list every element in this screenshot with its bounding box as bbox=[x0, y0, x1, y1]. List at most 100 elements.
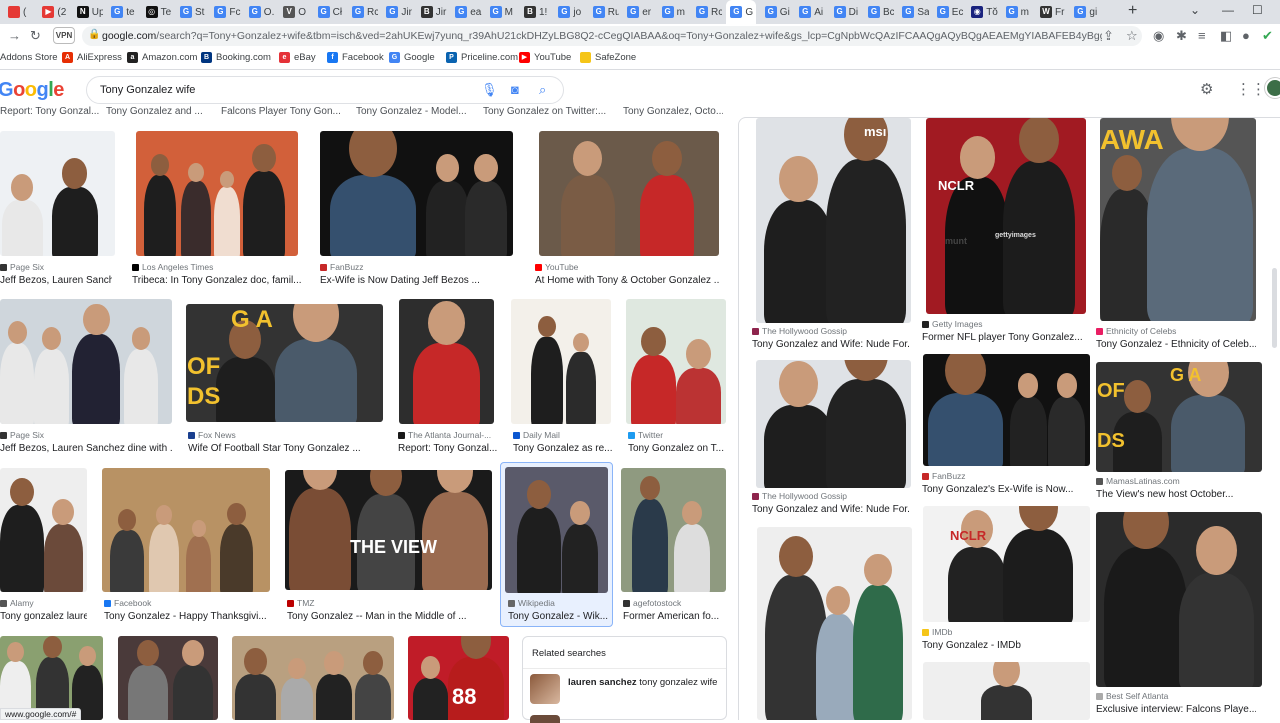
related-search-thumbnail[interactable] bbox=[530, 715, 560, 723]
result-image[interactable] bbox=[621, 468, 726, 592]
apps-grid-icon[interactable]: ⋮⋮ bbox=[1236, 80, 1266, 98]
side-panel-icon[interactable]: ◧ bbox=[1220, 28, 1232, 44]
result-title[interactable]: Exclusive interview: Falcons Playe... bbox=[1096, 704, 1256, 715]
result-title[interactable]: Tony Gonzalez - IMDb bbox=[922, 640, 1082, 651]
related-search-link[interactable]: lauren sanchez tony gonzalez wife bbox=[568, 677, 718, 689]
media-icon[interactable]: ≡ bbox=[1198, 28, 1206, 43]
browser-tab[interactable]: G Ai bbox=[795, 2, 825, 22]
camera-lens-icon[interactable]: ◙ bbox=[511, 82, 519, 97]
browser-tab[interactable]: ▶ (2 bbox=[38, 2, 68, 22]
browser-tab[interactable]: Ger bbox=[623, 2, 653, 22]
bookmark-item[interactable]: B Booking.com bbox=[201, 52, 271, 63]
update-icon[interactable]: ✔ bbox=[1262, 28, 1273, 44]
result-image[interactable] bbox=[505, 467, 608, 593]
browser-tab[interactable]: Gm bbox=[658, 2, 688, 22]
result-source[interactable]: Fox News bbox=[188, 430, 383, 440]
browser-tab[interactable]: GM bbox=[486, 2, 516, 22]
result-source[interactable]: Ethnicity of Celebs bbox=[1096, 326, 1256, 336]
bookmark-item[interactable]: e eBay bbox=[279, 52, 316, 63]
result-title[interactable]: Report: Tony Gonzal... bbox=[398, 443, 498, 454]
lock-icon[interactable]: 🔒 bbox=[88, 29, 100, 40]
bookmark-item[interactable]: P Priceline.com bbox=[446, 52, 518, 63]
preview-image[interactable] bbox=[926, 118, 1086, 314]
result-title[interactable]: Former NFL player Tony Gonzalez... bbox=[922, 332, 1082, 343]
result-title[interactable]: Tony Gonzalez -- Man in the Middle of ..… bbox=[287, 611, 492, 622]
browser-tab[interactable]: G Di bbox=[830, 2, 860, 22]
browser-tab[interactable]: W Fr bbox=[1036, 2, 1066, 22]
browser-tab[interactable]: G Sa bbox=[898, 2, 929, 22]
result-image[interactable] bbox=[0, 299, 172, 424]
browser-tab[interactable]: Ggi bbox=[1070, 2, 1100, 22]
result-source[interactable]: IMDb bbox=[922, 627, 1082, 637]
result-source[interactable]: Daily Mail bbox=[513, 430, 613, 440]
bookmark-item[interactable]: G Google bbox=[389, 52, 435, 63]
new-tab-button[interactable]: + bbox=[1128, 2, 1137, 20]
result-image[interactable] bbox=[539, 131, 719, 256]
browser-tab[interactable]: Gte bbox=[107, 2, 137, 22]
browser-tab[interactable]: N Up bbox=[73, 2, 103, 22]
result-image[interactable] bbox=[511, 299, 611, 424]
browser-tab[interactable]: G Ru bbox=[589, 2, 619, 22]
result-source[interactable]: Page Six bbox=[0, 262, 112, 272]
preview-image[interactable] bbox=[923, 662, 1090, 720]
result-source[interactable]: The Hollywood Gossip bbox=[752, 326, 910, 336]
bookmark-item[interactable]: SafeZone bbox=[580, 52, 636, 63]
url-text[interactable]: google.com/search?q=Tony+Gonzalez+wife&t… bbox=[102, 30, 1102, 42]
result-image[interactable] bbox=[320, 131, 513, 256]
result-title[interactable]: Tony Gonzalez and Wife: Nude For... bbox=[752, 504, 910, 515]
settings-gear-icon[interactable]: ⚙ bbox=[1200, 80, 1213, 98]
browser-tab[interactable]: VO bbox=[279, 2, 309, 22]
microphone-icon[interactable]: 🎙 bbox=[481, 82, 498, 98]
result-title[interactable]: The View's new host October... bbox=[1096, 489, 1256, 500]
top-caption[interactable]: Tony Gonzalez on Twitter:... bbox=[483, 106, 613, 117]
result-source[interactable]: FanBuzz bbox=[922, 471, 1087, 481]
bookmark-star-icon[interactable]: ☆ bbox=[1126, 28, 1138, 44]
browser-tab[interactable]: GG✕ bbox=[726, 0, 757, 24]
result-title[interactable]: At Home with Tony & October Gonzalez ... bbox=[535, 275, 720, 286]
result-title[interactable]: Tony Gonzalez and Wife: Nude For... bbox=[752, 339, 910, 350]
result-image[interactable] bbox=[0, 468, 87, 592]
scrollbar[interactable] bbox=[1272, 268, 1277, 348]
result-source[interactable]: TMZ bbox=[287, 598, 492, 608]
result-image[interactable] bbox=[626, 299, 726, 424]
top-caption[interactable]: Tony Gonzalez - Model... bbox=[356, 106, 476, 117]
result-title[interactable]: Tribeca: In Tony Gonzalez doc, famil... bbox=[132, 275, 302, 286]
result-source[interactable]: Alamy bbox=[0, 598, 87, 608]
result-title[interactable]: Tony Gonzalez on T... bbox=[628, 443, 728, 454]
result-title[interactable]: Tony Gonzalez as re... bbox=[513, 443, 613, 454]
google-logo[interactable]: Google bbox=[0, 79, 64, 102]
result-source[interactable]: Los Angeles Times bbox=[132, 262, 302, 272]
browser-tab[interactable]: G Rc bbox=[692, 2, 722, 22]
result-image[interactable] bbox=[232, 636, 394, 720]
result-title[interactable]: Tony Gonzalez - Wik... bbox=[508, 611, 608, 622]
browser-tab[interactable]: G Bc bbox=[864, 2, 894, 22]
extensions-puzzle-icon[interactable]: ✱ bbox=[1176, 28, 1187, 44]
result-title[interactable]: Wife Of Football Star Tony Gonzalez ... bbox=[188, 443, 383, 454]
search-icon[interactable]: ⌕ bbox=[539, 82, 546, 98]
result-source[interactable]: Getty Images bbox=[922, 319, 1082, 329]
browser-tab[interactable]: G Fc bbox=[210, 2, 241, 22]
browser-tab[interactable]: ◉ Tŏ bbox=[967, 2, 998, 22]
preview-image[interactable] bbox=[923, 354, 1090, 466]
result-source[interactable]: Twitter bbox=[628, 430, 728, 440]
preview-image[interactable] bbox=[1096, 512, 1262, 687]
browser-tab[interactable]: Gjo bbox=[554, 2, 584, 22]
share-icon[interactable]: ⇪ bbox=[1103, 28, 1114, 44]
result-image[interactable] bbox=[118, 636, 218, 720]
preview-image[interactable] bbox=[756, 118, 911, 323]
browser-tab[interactable]: ( bbox=[4, 2, 34, 22]
result-source[interactable]: Best Self Atlanta bbox=[1096, 691, 1256, 701]
top-caption[interactable]: Tony Gonzalez and ... bbox=[106, 106, 206, 117]
result-source[interactable]: FanBuzz bbox=[320, 262, 510, 272]
browser-tab[interactable]: Gea bbox=[451, 2, 481, 22]
result-image[interactable] bbox=[136, 131, 298, 256]
result-source[interactable]: MamasLatinas.com bbox=[1096, 476, 1256, 486]
search-input[interactable]: Tony Gonzalez wife bbox=[100, 84, 195, 96]
result-title[interactable]: Tony Gonzalez's Ex-Wife is Now... bbox=[922, 484, 1087, 495]
omnibox[interactable]: 🔒 google.com/search?q=Tony+Gonzalez+wife… bbox=[82, 26, 1142, 46]
browser-tab[interactable]: G Rc bbox=[348, 2, 378, 22]
result-image[interactable] bbox=[399, 299, 494, 424]
minimize-icon[interactable]: — bbox=[1222, 3, 1234, 17]
bookmark-item[interactable]: a Amazon.com bbox=[127, 52, 197, 63]
search-box[interactable]: Tony Gonzalez wife 🎙 ◙ ⌕ bbox=[86, 76, 564, 104]
